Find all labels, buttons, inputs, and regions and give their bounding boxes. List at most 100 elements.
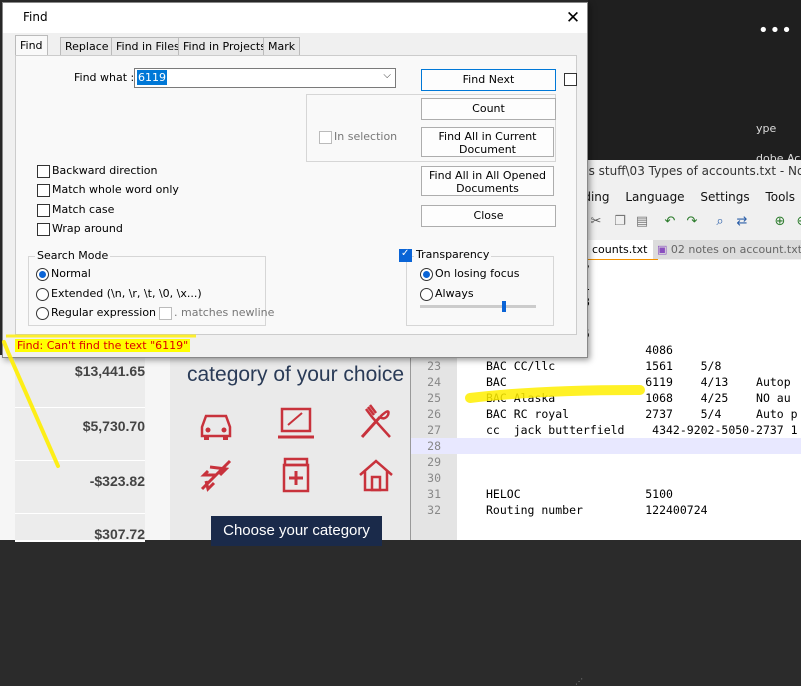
transparency-checkbox[interactable] [399, 248, 412, 262]
slider-thumb[interactable] [502, 301, 506, 312]
chevron-down-icon[interactable]: ⌵ [383, 70, 391, 81]
line-text: BAC RC royal 2737 5/4 Auto p [486, 407, 798, 421]
code-line[interactable]: 23 BAC CC/llc 1561 5/8 [411, 358, 801, 374]
backward-direction-checkbox[interactable] [37, 165, 50, 178]
extended-radio[interactable] [36, 288, 49, 301]
tab-find-in-files[interactable]: Find in Files [111, 37, 185, 55]
on-losing-focus-label: On losing focus [435, 267, 520, 280]
wrap-around-checkbox[interactable] [37, 223, 50, 236]
copy-icon[interactable]: ❐ [612, 214, 628, 230]
match-whole-word-label: Match whole word only [52, 183, 179, 196]
wrap-around-label: Wrap around [52, 222, 123, 235]
account-balance-row[interactable]: -$323.82 [15, 461, 145, 515]
in-selection-checkbox[interactable] [319, 131, 332, 144]
account-balance-row[interactable]: $307.72 [15, 514, 145, 542]
zoom-in-icon[interactable]: ⊕ [772, 214, 788, 230]
line-text: BAC 6119 4/13 Autop [486, 375, 791, 389]
tab-replace[interactable]: Replace [60, 37, 114, 55]
code-line[interactable]: 29 [411, 454, 801, 470]
match-case-label: Match case [52, 203, 115, 216]
match-whole-word-checkbox[interactable] [37, 184, 50, 197]
transparency-slider[interactable] [420, 301, 536, 312]
code-line[interactable]: 25 BAC Alaska 1068 4/25 NO au [411, 390, 801, 406]
line-number: 28 [427, 439, 441, 453]
code-line[interactable]: 24 BAC 6119 4/13 Autop [411, 374, 801, 390]
background-app-window: ••• ype dobe Ac [588, 0, 801, 165]
code-line[interactable]: 28 [411, 438, 801, 454]
line-number: 25 [427, 391, 441, 405]
menu-item-language[interactable]: Language [625, 190, 684, 204]
matches-newline-checkbox[interactable] [159, 307, 172, 320]
redo-icon[interactable]: ↷ [684, 214, 700, 230]
code-line[interactable]: 30 [411, 470, 801, 486]
close-icon[interactable]: ✕ [563, 8, 583, 28]
dialog-status-bar: Find: Can't find the text "6119" ⋰ [3, 335, 587, 686]
account-balance: $13,441.65 [74, 363, 145, 379]
line-number: 24 [427, 375, 441, 389]
on-losing-focus-radio[interactable] [420, 268, 433, 281]
line-number: 32 [427, 503, 441, 517]
document-tabs: counts.txt ✕ ▣ 02 notes on account.txt ✕ [588, 240, 801, 261]
account-balance-row[interactable]: $13,441.65 [15, 355, 145, 409]
tab-notes-on-account[interactable]: ▣ 02 notes on account.txt ✕ [653, 240, 801, 259]
button-line: Find All in All Opened [429, 169, 546, 182]
find-icon[interactable]: ⌕ [712, 214, 728, 230]
find-next-button[interactable]: Find Next [421, 69, 556, 91]
find-dialog: Find ✕ Find Replace Find in Files Find i… [2, 2, 588, 686]
code-line[interactable]: 26 BAC RC royal 2737 5/4 Auto p [411, 406, 801, 422]
cut-icon[interactable]: ✂ [588, 214, 604, 230]
transparency-label: Transparency [414, 248, 492, 261]
line-number: 30 [427, 471, 441, 485]
tab-label: counts.txt [592, 243, 648, 256]
close-button[interactable]: Close [421, 205, 556, 227]
extended-label: Extended (\n, \r, \t, \0, \x...) [51, 287, 202, 300]
count-button[interactable]: Count [421, 98, 556, 120]
normal-radio[interactable] [36, 268, 49, 281]
code-line[interactable]: 32 Routing number 122400724 [411, 502, 801, 518]
find-all-in-all-opened-documents-button[interactable]: Find All in All Opened Documents [421, 166, 554, 196]
menu-item-settings[interactable]: Settings [700, 190, 749, 204]
undo-icon[interactable]: ↶ [662, 214, 678, 230]
toolbar: ✂ ❐ ▤ ↶ ↷ ⌕ ⇄ ⊕ ⊖ [576, 212, 801, 234]
backward-direction-label: Backward direction [52, 164, 158, 177]
find-what-input[interactable]: 6119 ⌵ [134, 68, 396, 88]
find-what-value: 6119 [137, 70, 167, 85]
replace-icon[interactable]: ⇄ [734, 214, 750, 230]
button-line: Find All in Current [438, 130, 537, 143]
account-balance-row[interactable]: $5,730.70 [15, 408, 145, 462]
menu-item-tools[interactable]: Tools [765, 190, 795, 204]
tab-find-in-projects[interactable]: Find in Projects [178, 37, 271, 55]
regex-radio[interactable] [36, 307, 49, 320]
always-radio[interactable] [420, 288, 433, 301]
dining-icon [360, 404, 391, 439]
status-message: Find: Can't find the text "6119" [15, 339, 191, 352]
choose-category-button[interactable]: Choose your category [211, 516, 382, 546]
dialog-titlebar: Find ✕ [3, 3, 587, 33]
pharmacy-icon [282, 457, 310, 493]
normal-label: Normal [51, 267, 91, 280]
code-line[interactable]: 31 HELOC 5100 [411, 486, 801, 502]
more-horizontal-icon[interactable]: ••• [758, 20, 793, 41]
tab-types-of-accounts[interactable]: counts.txt ✕ [588, 240, 663, 261]
code-line[interactable]: 27 cc jack butterfield 4342-9202-5050-273… [411, 422, 801, 438]
promo-title: category of your choice [187, 363, 405, 386]
paste-icon[interactable]: ▤ [634, 214, 650, 230]
match-case-checkbox[interactable] [37, 204, 50, 217]
zoom-out-icon[interactable]: ⊖ [794, 214, 801, 230]
line-text: BAC CC/llc 1561 5/8 [486, 359, 722, 373]
line-number: 31 [427, 487, 441, 501]
button-line: Documents [456, 182, 519, 195]
always-label: Always [435, 287, 474, 300]
find-next-checkbox[interactable] [564, 73, 577, 86]
tab-find[interactable]: Find [15, 35, 48, 56]
line-number: 26 [427, 407, 441, 421]
resize-grip-icon[interactable]: ⋰ [575, 677, 583, 686]
file-icon: ▣ [657, 243, 668, 256]
line-text: cc jack butterfield 4342-9202-5050-2737 … [486, 423, 798, 437]
find-all-in-current-document-button[interactable]: Find All in Current Document [421, 127, 554, 157]
account-balance: $5,730.70 [82, 418, 145, 434]
tab-mark[interactable]: Mark [263, 37, 301, 55]
line-number: 29 [427, 455, 441, 469]
in-selection-label: In selection [334, 130, 398, 143]
menu-bar: oding Language Settings Tools M [576, 190, 801, 210]
